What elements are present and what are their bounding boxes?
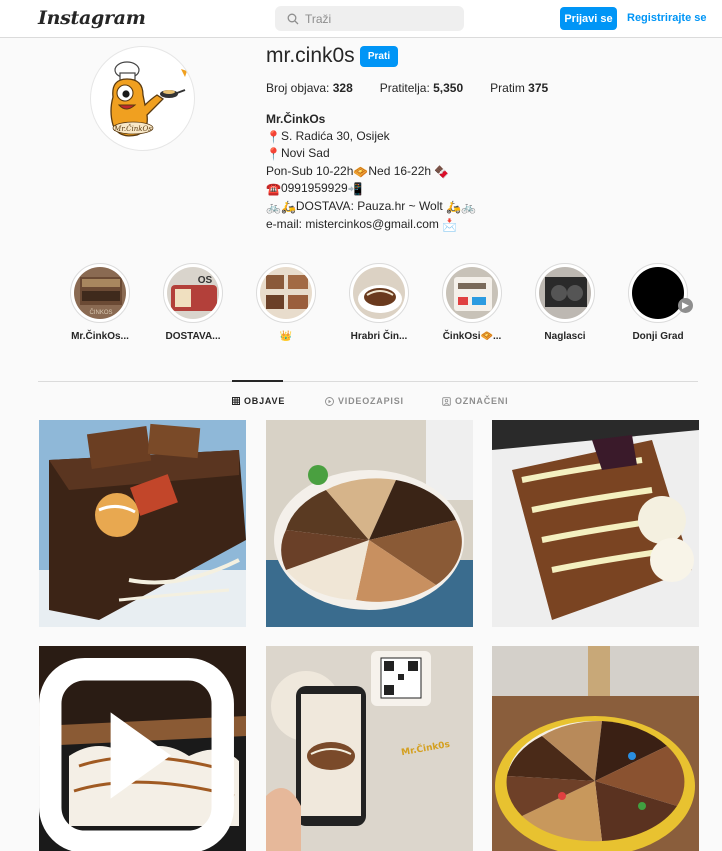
bio-line-hours: Pon-Sub 10-22h🧇Ned 16-22h 🍫 <box>266 163 450 179</box>
post-thumbnail[interactable]: Mr.Čink0s <box>266 646 473 851</box>
bio-line-email: e-mail: mistercinkos@gmail.com 📩 <box>266 216 458 232</box>
bio-line-phone: ☎️0991959929📲 <box>266 181 363 197</box>
tab-active-indicator <box>232 380 283 382</box>
video-icon <box>39 658 234 851</box>
story-highlights: ČINKOS Mr.ČinkOs... OS DOSTAVA... 👑 Hrab… <box>0 263 722 353</box>
bike-icon: 🛵🚲 <box>446 199 476 214</box>
svg-text:Mr.ČinkOs: Mr.ČinkOs <box>113 124 152 133</box>
post-thumbnail[interactable] <box>39 420 246 627</box>
profile-username: mr.cink0s <box>266 44 355 67</box>
highlight-thumbnail <box>632 267 684 319</box>
instagram-logo[interactable]: Instagram <box>38 7 146 29</box>
search-box[interactable] <box>275 6 464 31</box>
bio-line-city: 📍Novi Sad <box>266 146 330 162</box>
post-thumbnail[interactable] <box>39 646 246 851</box>
tab-videos[interactable]: VIDEOZAPISI <box>325 396 404 406</box>
svg-text:ČINKOS: ČINKOS <box>89 309 112 316</box>
post-thumbnail[interactable] <box>266 420 473 627</box>
bio-name: Mr.ČinkOs <box>266 112 326 126</box>
tab-posts[interactable]: OBJAVE <box>232 396 285 406</box>
search-icon <box>287 13 299 24</box>
following-count[interactable]: Pratim 375 <box>490 81 548 95</box>
bio-line-delivery: 🚲🛵DOSTAVA: Pauza.hr ~ Wolt 🛵🚲 <box>266 198 476 214</box>
highlight-item[interactable]: 👑 <box>246 263 326 342</box>
envelope-icon: 📩 <box>442 217 458 232</box>
highlight-thumbnail <box>539 267 591 319</box>
play-circle-icon <box>325 396 334 406</box>
highlight-item[interactable]: Naglasci <box>525 263 605 342</box>
post-thumbnail[interactable] <box>492 420 699 627</box>
highlight-thumbnail <box>446 267 498 319</box>
bio-line-address: 📍S. Radića 30, Osijek <box>266 128 390 144</box>
waffle-icon: 🧇 <box>353 164 369 179</box>
profile-bio: Mr.ČinkOs 📍S. Radića 30, Osijek 📍Novi Sa… <box>266 111 476 233</box>
follow-button[interactable]: Prati <box>360 46 398 67</box>
tab-tagged[interactable]: OZNAČENI <box>442 396 508 406</box>
highlight-item[interactable]: Hrabri Čin... <box>339 263 419 342</box>
highlight-item[interactable]: OS DOSTAVA... <box>153 263 233 342</box>
highlight-thumbnail <box>353 267 405 319</box>
posts-count: Broj objava: 328 <box>266 81 353 95</box>
mobile-icon: 📲 <box>347 182 363 197</box>
chevron-right-icon[interactable]: ▶ <box>678 298 693 313</box>
grid-icon <box>232 397 240 405</box>
profile-stats: Broj objava: 328 Pratitelja: 5,350 Prati… <box>266 81 575 95</box>
highlight-thumbnail <box>260 267 312 319</box>
tab-divider <box>38 381 698 382</box>
svg-text:OS: OS <box>198 275 213 286</box>
pin-icon: 📍 <box>266 147 281 162</box>
login-button[interactable]: Prijavi se <box>560 7 617 30</box>
highlight-item[interactable]: ČINKOS Mr.ČinkOs... <box>60 263 140 342</box>
followers-count[interactable]: Pratitelja: 5,350 <box>380 81 463 95</box>
chocolate-icon: 🍫 <box>434 164 450 179</box>
phone-icon: ☎️ <box>266 182 281 197</box>
top-nav: Instagram Prijavi se Registrirajte se <box>0 0 722 38</box>
post-thumbnail[interactable] <box>492 646 699 851</box>
profile-avatar[interactable]: Mr.ČinkOs <box>90 46 195 151</box>
pin-icon: 📍 <box>266 129 281 144</box>
register-link[interactable]: Registrirajte se <box>627 12 706 24</box>
tag-icon <box>442 396 451 406</box>
bike-icon: 🚲🛵 <box>266 199 296 214</box>
highlight-thumbnail: OS <box>167 267 219 319</box>
search-input[interactable] <box>305 11 455 26</box>
highlight-thumbnail: ČINKOS <box>74 267 126 319</box>
highlight-item[interactable]: ČinkOsi🧇... <box>432 263 512 342</box>
